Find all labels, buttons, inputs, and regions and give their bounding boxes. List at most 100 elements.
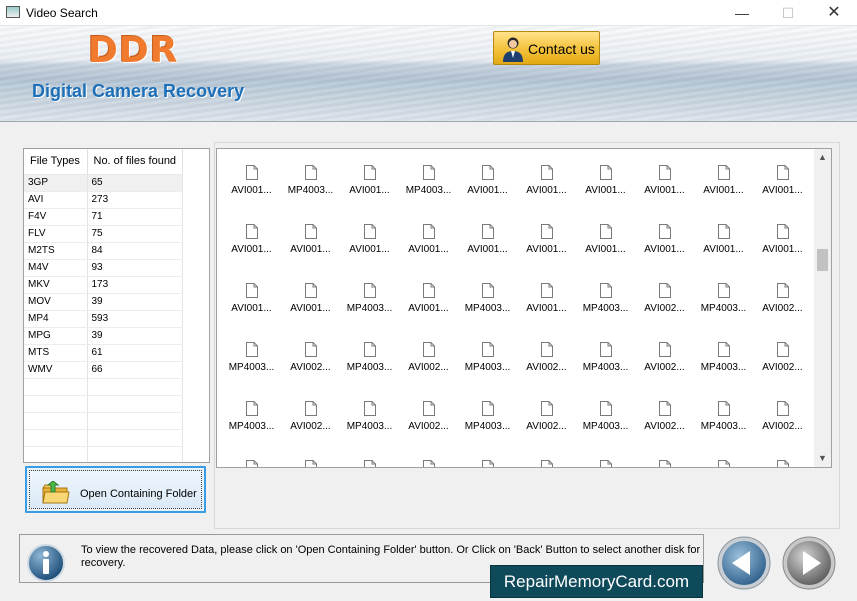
file-item[interactable]: AVI001... xyxy=(222,281,281,331)
file-item[interactable]: MP4003... xyxy=(340,281,399,331)
file-item[interactable] xyxy=(222,458,281,467)
file-item[interactable]: MP4003... xyxy=(576,340,635,390)
file-item[interactable]: AVI001... xyxy=(517,163,576,213)
file-item[interactable] xyxy=(635,458,694,467)
file-icon xyxy=(305,401,317,416)
file-item[interactable]: MP4003... xyxy=(281,163,340,213)
file-item[interactable]: AVI001... xyxy=(458,222,517,272)
table-row[interactable]: MKV 173 xyxy=(24,276,183,294)
file-item[interactable]: AVI001... xyxy=(694,163,753,213)
file-item[interactable]: MP4003... xyxy=(222,340,281,390)
file-type-cell: M4V xyxy=(24,259,88,277)
scroll-down-icon[interactable]: ▼ xyxy=(814,450,831,467)
file-type-cell: MOV xyxy=(24,293,88,311)
file-item[interactable]: AVI001... xyxy=(458,163,517,213)
file-name: AVI001... xyxy=(231,303,272,314)
file-item[interactable]: AVI001... xyxy=(340,163,399,213)
file-item[interactable]: MP4003... xyxy=(458,399,517,449)
file-item[interactable]: AVI002... xyxy=(517,399,576,449)
minimize-button[interactable]: — xyxy=(719,0,765,26)
file-item[interactable]: MP4003... xyxy=(458,340,517,390)
product-title: Digital Camera Recovery xyxy=(32,81,245,101)
file-item[interactable]: AVI002... xyxy=(635,281,694,331)
file-name: AVI001... xyxy=(408,244,449,255)
file-item[interactable]: AVI001... xyxy=(576,163,635,213)
next-button[interactable] xyxy=(781,535,837,591)
column-header-file-types[interactable]: File Types xyxy=(24,149,88,175)
table-row[interactable]: MPG 39 xyxy=(24,327,183,345)
file-item[interactable] xyxy=(517,458,576,467)
file-item[interactable]: AVI001... xyxy=(694,222,753,272)
file-item[interactable]: AVI001... xyxy=(576,222,635,272)
table-row[interactable]: MOV 39 xyxy=(24,293,183,311)
close-button[interactable]: ✕ xyxy=(811,0,857,26)
back-button[interactable] xyxy=(716,535,772,591)
table-row[interactable]: M2TS 84 xyxy=(24,242,183,260)
file-icon xyxy=(423,165,435,180)
file-item[interactable]: AVI001... xyxy=(281,281,340,331)
maximize-button[interactable]: ☐ xyxy=(765,0,811,26)
table-row[interactable]: MP4 593 xyxy=(24,310,183,328)
table-row[interactable]: F4V 71 xyxy=(24,208,183,226)
file-item[interactable]: AVI002... xyxy=(281,340,340,390)
file-types-table: File Types No. of files found 3GP 65 AVI 27… xyxy=(24,149,183,462)
file-item[interactable]: MP4003... xyxy=(694,399,753,449)
file-item[interactable]: AVI001... xyxy=(222,222,281,272)
file-count-cell: 173 xyxy=(87,276,183,294)
file-item[interactable]: MP4003... xyxy=(576,281,635,331)
file-item[interactable] xyxy=(753,458,812,467)
file-item[interactable]: MP4003... xyxy=(694,281,753,331)
file-item[interactable]: AVI001... xyxy=(753,163,812,213)
file-item[interactable]: AVI001... xyxy=(399,281,458,331)
file-item[interactable]: AVI001... xyxy=(635,222,694,272)
column-header-files-found[interactable]: No. of files found xyxy=(87,149,183,175)
file-item[interactable]: MP4003... xyxy=(340,340,399,390)
scroll-up-icon[interactable]: ▲ xyxy=(814,149,831,166)
file-item[interactable] xyxy=(399,458,458,467)
file-item[interactable]: AVI002... xyxy=(635,399,694,449)
file-item[interactable] xyxy=(458,458,517,467)
file-item[interactable]: AVI002... xyxy=(281,399,340,449)
file-item[interactable]: AVI002... xyxy=(399,340,458,390)
table-row[interactable]: M4V 93 xyxy=(24,259,183,277)
file-item[interactable]: AVI001... xyxy=(635,163,694,213)
file-item[interactable]: AVI001... xyxy=(340,222,399,272)
table-row[interactable]: FLV 75 xyxy=(24,225,183,243)
file-name: MP4003... xyxy=(582,303,629,314)
file-item[interactable]: AVI001... xyxy=(753,222,812,272)
vertical-scrollbar[interactable]: ▲ ▼ xyxy=(814,149,831,467)
file-item[interactable]: MP4003... xyxy=(458,281,517,331)
table-row[interactable]: WMV 66 xyxy=(24,361,183,379)
file-item[interactable]: AVI002... xyxy=(399,399,458,449)
contact-us-button[interactable]: Contact us xyxy=(493,31,600,65)
file-item[interactable]: MP4003... xyxy=(222,399,281,449)
file-item[interactable]: MP4003... xyxy=(340,399,399,449)
file-name: MP4003... xyxy=(700,303,747,314)
table-row[interactable]: 3GP 65 xyxy=(24,174,183,192)
scrollbar-thumb[interactable] xyxy=(817,249,828,271)
file-item[interactable]: AVI001... xyxy=(399,222,458,272)
file-item[interactable]: AVI002... xyxy=(753,340,812,390)
table-row[interactable]: MTS 61 xyxy=(24,344,183,362)
info-icon xyxy=(27,544,65,582)
file-item[interactable]: MP4003... xyxy=(576,399,635,449)
file-item[interactable]: AVI002... xyxy=(517,340,576,390)
file-item[interactable] xyxy=(340,458,399,467)
file-item[interactable] xyxy=(694,458,753,467)
table-row[interactable]: AVI 273 xyxy=(24,191,183,209)
file-item[interactable]: AVI001... xyxy=(281,222,340,272)
file-icon xyxy=(659,224,671,239)
file-item[interactable]: AVI002... xyxy=(753,399,812,449)
file-item[interactable]: AVI001... xyxy=(517,222,576,272)
file-item[interactable] xyxy=(576,458,635,467)
file-item[interactable]: AVI001... xyxy=(222,163,281,213)
file-item[interactable]: AVI002... xyxy=(635,340,694,390)
file-item[interactable]: MP4003... xyxy=(694,340,753,390)
file-item[interactable]: MP4003... xyxy=(399,163,458,213)
open-containing-folder-button[interactable]: Open Containing Folder xyxy=(25,466,206,513)
file-type-cell: MPG xyxy=(24,327,88,345)
file-icon xyxy=(777,401,789,416)
file-item[interactable] xyxy=(281,458,340,467)
file-item[interactable]: AVI002... xyxy=(753,281,812,331)
file-item[interactable]: AVI001... xyxy=(517,281,576,331)
